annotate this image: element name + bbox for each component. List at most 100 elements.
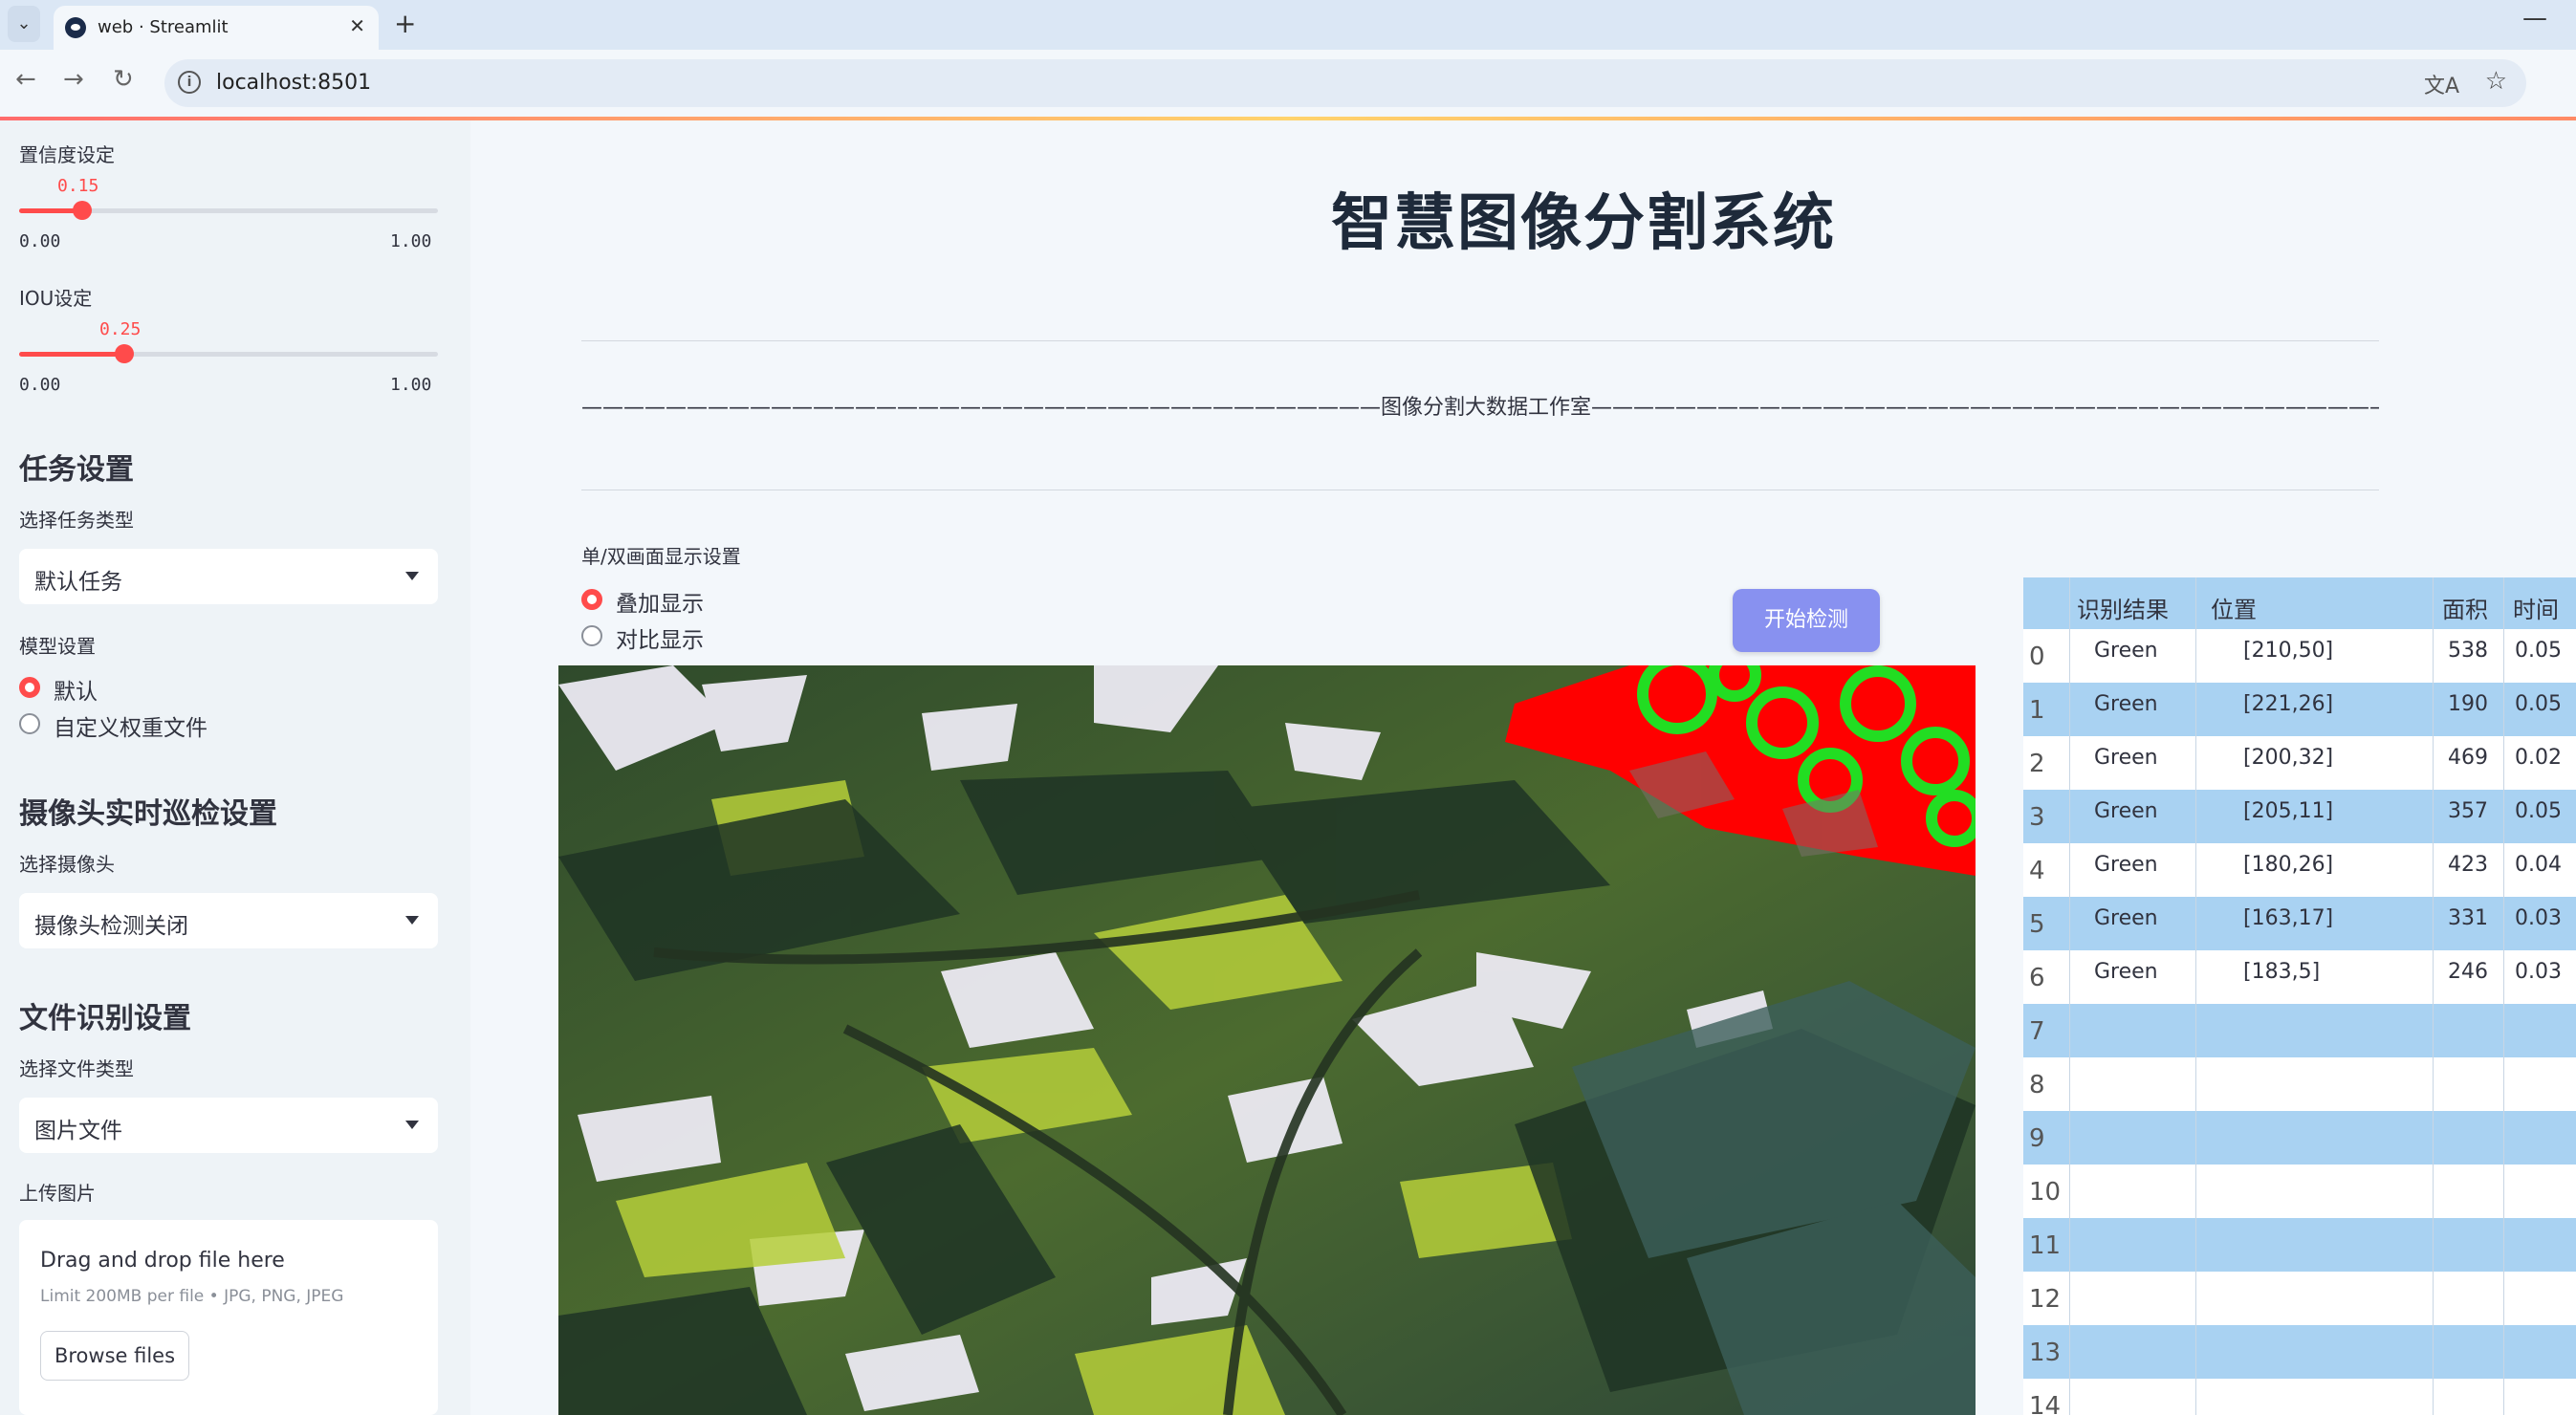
model-settings-label: 模型设置 <box>19 635 96 658</box>
row-index: 0 <box>2029 642 2045 671</box>
url-field[interactable]: i localhost:8501 文A ☆ <box>164 59 2526 107</box>
table-row: 11 <box>2023 1218 2576 1272</box>
studio-banner: ——————————————————————————————————————图像… <box>581 396 2379 420</box>
table-row: 2 Green [200,32] 469 0.02 <box>2023 736 2576 790</box>
cell-result: Green <box>2094 799 2158 823</box>
cell-area: 246 <box>2448 960 2488 984</box>
cell-area: 423 <box>2448 853 2488 877</box>
cell-area: 331 <box>2448 906 2488 930</box>
iou-value: 0.25 <box>99 319 142 339</box>
row-index: 13 <box>2029 1339 2062 1367</box>
table-row: 3 Green [205,11] 357 0.05 <box>2023 790 2576 843</box>
table-row: 10 <box>2023 1165 2576 1218</box>
cell-time: 0.05 <box>2515 639 2562 663</box>
row-index: 8 <box>2029 1071 2045 1099</box>
confidence-min: 0.00 <box>19 231 61 251</box>
sidebar: 置信度设定 0.15 0.00 1.00 IOU设定 0.25 0.00 1.0… <box>0 120 470 1415</box>
row-index: 5 <box>2029 910 2045 939</box>
task-type-label: 选择任务类型 <box>19 509 134 532</box>
new-tab-icon[interactable]: + <box>394 8 416 39</box>
cell-area: 469 <box>2448 746 2488 770</box>
file-type-select[interactable]: 图片文件 <box>19 1098 438 1153</box>
task-type-select[interactable]: 默认任务 <box>19 549 438 604</box>
browser-tab-bar: ⌄ web · Streamlit ✕ + — <box>0 0 2576 50</box>
iou-label: IOU设定 <box>19 287 93 310</box>
confidence-slider[interactable] <box>19 201 438 220</box>
row-index: 4 <box>2029 857 2045 885</box>
cell-position: [221,26] <box>2243 692 2334 716</box>
table-row: 5 Green [163,17] 331 0.03 <box>2023 897 2576 950</box>
row-index: 12 <box>2029 1285 2062 1314</box>
header-position: 位置 <box>2211 597 2257 623</box>
row-index: 7 <box>2029 1017 2045 1046</box>
column-divider <box>2433 577 2434 1415</box>
divider <box>581 340 2379 341</box>
minimize-window-icon[interactable]: — <box>2522 4 2547 33</box>
chevron-down-icon <box>405 916 419 925</box>
forward-arrow-icon[interactable]: → <box>63 65 84 94</box>
display-option-label: 叠加显示 <box>616 592 704 617</box>
row-index: 1 <box>2029 696 2045 725</box>
radio-unselected-icon[interactable] <box>19 713 40 734</box>
cell-time: 0.05 <box>2515 799 2562 823</box>
plant-photo-illustration <box>558 665 1976 1415</box>
cell-area: 357 <box>2448 799 2488 823</box>
row-index: 14 <box>2029 1392 2062 1415</box>
segmentation-result-image <box>558 665 1976 1415</box>
row-index: 11 <box>2029 1231 2062 1260</box>
header-result: 识别结果 <box>2077 597 2169 623</box>
reload-icon[interactable]: ↻ <box>113 65 134 94</box>
confidence-slider-thumb[interactable] <box>73 201 92 220</box>
file-settings-heading: 文件识别设置 <box>19 1002 191 1035</box>
dropzone-limit: Limit 200MB per file • JPG, PNG, JPEG <box>40 1287 344 1306</box>
back-arrow-icon[interactable]: ← <box>15 65 36 94</box>
header-area: 面积 <box>2442 597 2488 623</box>
table-row: 7 <box>2023 1004 2576 1057</box>
confidence-label: 置信度设定 <box>19 143 115 166</box>
cell-result: Green <box>2094 853 2158 877</box>
browse-files-button[interactable]: Browse files <box>40 1331 189 1381</box>
start-detection-button[interactable]: 开始检测 <box>1733 589 1880 652</box>
cell-time: 0.03 <box>2515 906 2562 930</box>
cell-position: [183,5] <box>2243 960 2321 984</box>
confidence-value: 0.15 <box>57 176 99 196</box>
main-content: 智慧图像分割系统 ———————————————————————————————… <box>470 120 2576 1415</box>
camera-select[interactable]: 摄像头检测关闭 <box>19 893 438 948</box>
radio-selected-icon[interactable] <box>581 589 602 610</box>
bookmark-star-icon[interactable]: ☆ <box>2485 67 2507 96</box>
tab-list-chevron-icon[interactable]: ⌄ <box>8 6 40 42</box>
file-dropzone[interactable]: Drag and drop file here Limit 200MB per … <box>19 1220 438 1415</box>
translate-icon[interactable]: 文A <box>2424 69 2459 99</box>
column-divider <box>2503 577 2504 1415</box>
cell-result: Green <box>2094 746 2158 770</box>
table-row: 13 <box>2023 1325 2576 1379</box>
row-index: 6 <box>2029 964 2045 992</box>
column-divider <box>2069 577 2070 1415</box>
row-index: 3 <box>2029 803 2045 832</box>
iou-slider[interactable] <box>19 344 438 363</box>
table-row: 1 Green [221,26] 190 0.05 <box>2023 683 2576 736</box>
cell-position: [210,50] <box>2243 639 2334 663</box>
streamlit-favicon-icon <box>65 17 86 38</box>
radio-selected-icon[interactable] <box>19 677 40 698</box>
address-bar-row: ← → ↻ i localhost:8501 文A ☆ <box>0 50 2576 117</box>
cell-position: [163,17] <box>2243 906 2334 930</box>
display-mode-label: 单/双画面显示设置 <box>581 545 741 568</box>
model-option-label: 默认 <box>54 680 98 705</box>
table-header: 识别结果 位置 面积 时间 <box>2023 577 2576 629</box>
radio-unselected-icon[interactable] <box>581 625 602 646</box>
row-index: 10 <box>2029 1178 2062 1207</box>
url-text[interactable]: localhost:8501 <box>216 71 371 95</box>
iou-slider-thumb[interactable] <box>115 344 134 363</box>
tab-title: web · Streamlit <box>98 17 229 37</box>
browser-tab[interactable]: web · Streamlit ✕ <box>54 6 379 50</box>
table-row: 8 <box>2023 1057 2576 1111</box>
column-divider <box>2195 577 2196 1415</box>
cell-result: Green <box>2094 906 2158 930</box>
iou-max: 1.00 <box>390 375 432 395</box>
tab-close-icon[interactable]: ✕ <box>349 14 365 37</box>
chevron-down-icon <box>405 1121 419 1129</box>
site-info-icon[interactable]: i <box>178 71 201 94</box>
task-settings-heading: 任务设置 <box>19 453 134 487</box>
camera-settings-heading: 摄像头实时巡检设置 <box>19 797 277 831</box>
